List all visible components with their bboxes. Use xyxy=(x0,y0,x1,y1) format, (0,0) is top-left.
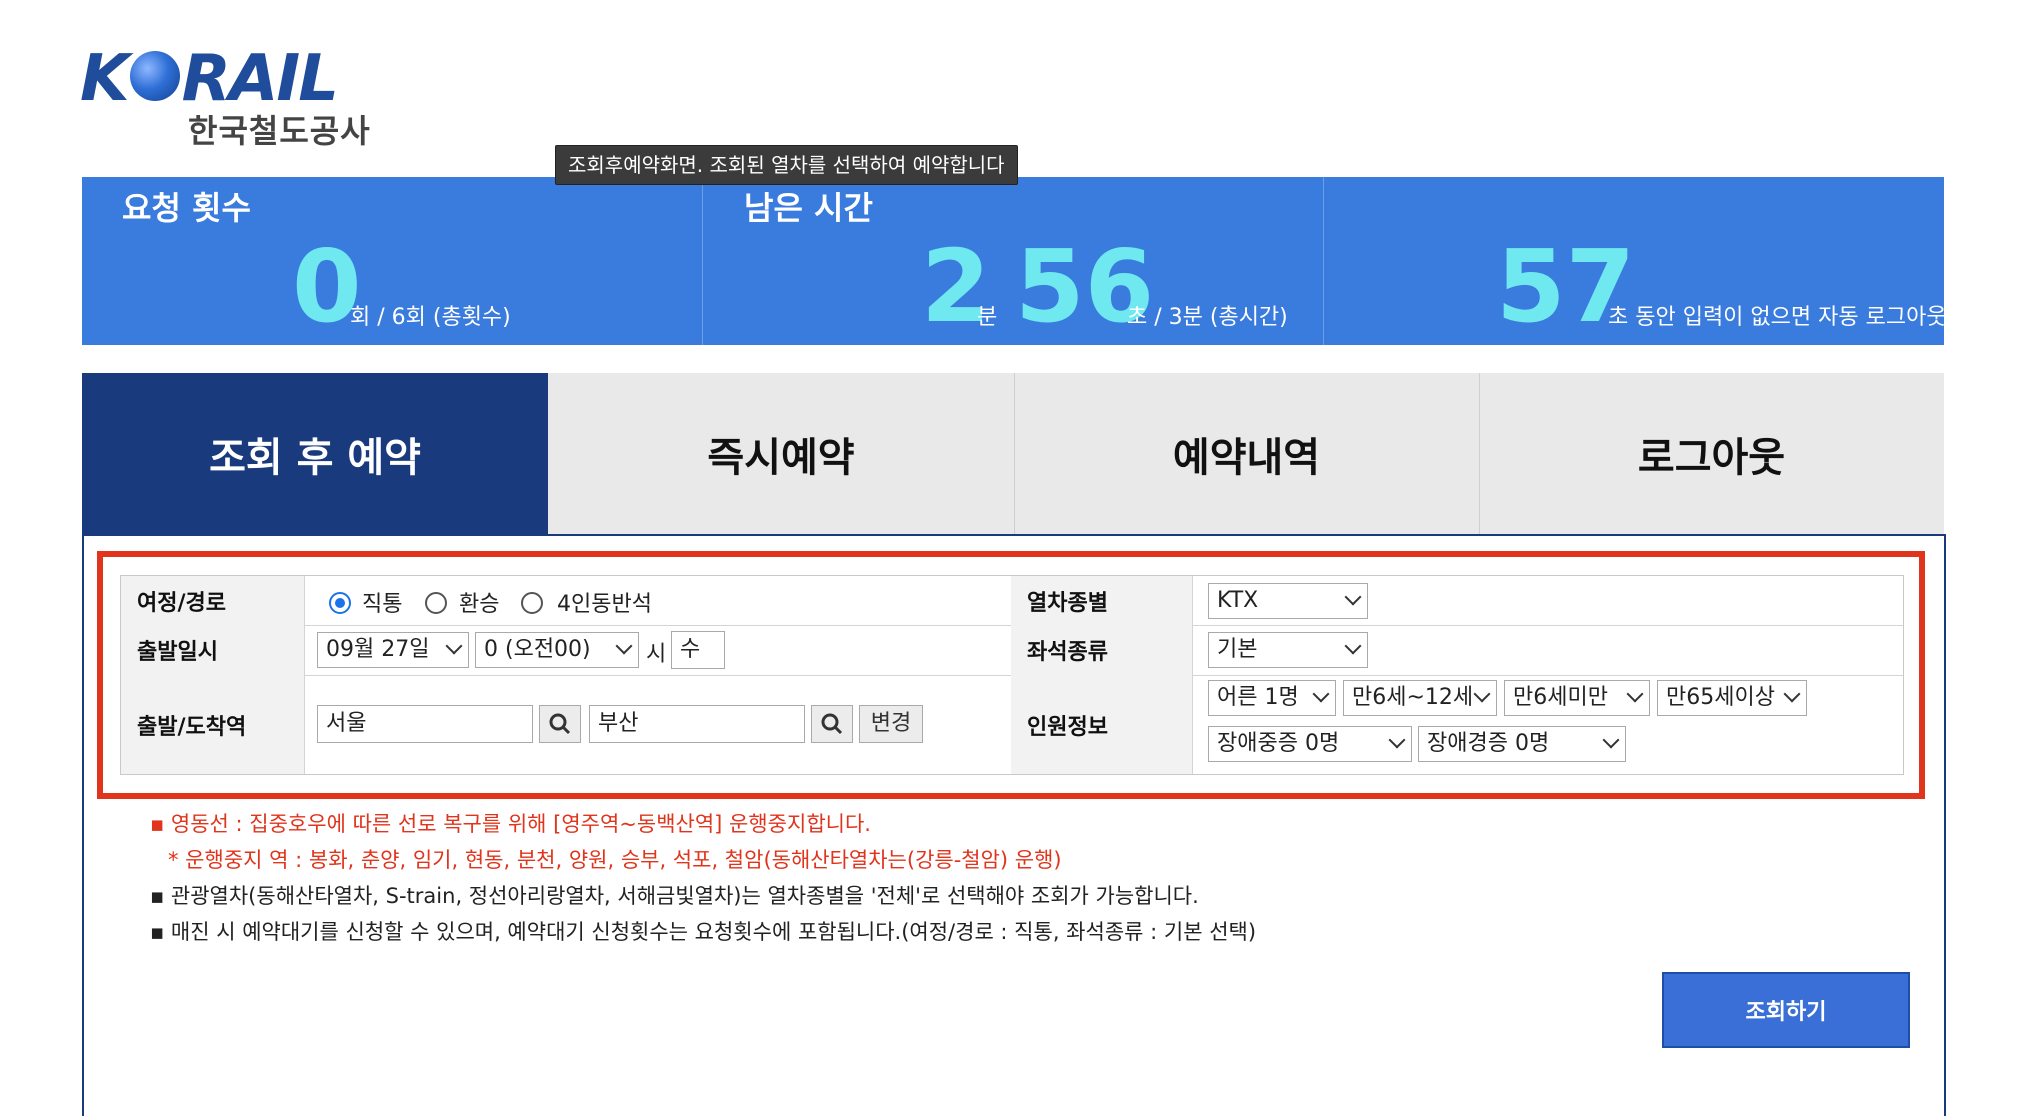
auto-logout-panel: 57 초 동안 입력이 없으면 자동 로그아웃 xyxy=(1324,177,1947,345)
remaining-time-suffix: 초 / 3분 (총시간) xyxy=(1127,305,1288,330)
tab-instant-reserve[interactable]: 즉시예약 xyxy=(548,373,1014,534)
form-row-departure: 출발일시 09월 27일 0 (오전00) 시 수 좌석종류 기본 xyxy=(121,625,1903,676)
globe-icon xyxy=(129,51,180,102)
train-type-select[interactable]: KTX xyxy=(1208,583,1368,619)
auto-logout-suffix: 초 동안 입력이 없으면 자동 로그아웃 xyxy=(1608,305,1947,330)
departure-label: 출발일시 xyxy=(121,625,304,675)
remaining-time-label: 남은 시간 xyxy=(744,189,873,227)
chevron-down-icon xyxy=(1312,685,1330,703)
logo-wordmark: K RAIL xyxy=(80,42,339,116)
notice-line: ▪ 영동선 : 집중호우에 따른 선로 복구를 위해 [영주역~동백산역] 운행… xyxy=(150,812,871,836)
arrival-station-search-button[interactable] xyxy=(811,705,853,743)
chevron-down-icon xyxy=(1388,731,1406,749)
chevron-down-icon xyxy=(1344,637,1362,655)
hour-suffix: 시 xyxy=(646,642,667,667)
stations-label: 출발/도착역 xyxy=(121,675,304,774)
route-transfer-label: 환승 xyxy=(459,592,500,617)
tab-reservation-history[interactable]: 예약내역 xyxy=(1014,373,1479,534)
route-label: 여정/경로 xyxy=(121,576,304,625)
departure-hour-select[interactable]: 0 (오전00) xyxy=(475,632,639,668)
main-tabs: 조회 후 예약 즉시예약 예약내역 로그아웃 xyxy=(82,373,1944,534)
route-group4-radio[interactable] xyxy=(521,592,543,614)
route-direct-label: 직통 xyxy=(362,592,403,617)
departure-date-select[interactable]: 09월 27일 xyxy=(317,632,469,668)
chevron-down-icon xyxy=(1626,685,1644,703)
search-icon xyxy=(549,713,571,735)
korail-logo: K RAIL 한국철도공사 xyxy=(80,42,380,150)
logo-subtitle: 한국철도공사 xyxy=(188,112,371,150)
arrival-station-input[interactable]: 부산 xyxy=(589,705,805,743)
child-count-select[interactable]: 만6세~12세 xyxy=(1343,680,1497,716)
seat-type-select[interactable]: 기본 xyxy=(1208,632,1368,668)
minutes-unit: 분 xyxy=(977,305,998,330)
notice-line: ▪ 매진 시 예약대기를 신청할 수 있으며, 예약대기 신청횟수는 요청횟수에… xyxy=(150,920,1257,944)
infant-count-select[interactable]: 만6세미만 xyxy=(1504,680,1650,716)
chevron-down-icon xyxy=(1602,731,1620,749)
search-icon xyxy=(821,713,843,735)
swap-stations-button[interactable]: 변경 xyxy=(859,705,923,743)
seat-type-label: 좌석종류 xyxy=(1011,625,1192,675)
route-transfer-radio[interactable] xyxy=(425,592,447,614)
chevron-down-icon xyxy=(1473,685,1491,703)
chevron-down-icon xyxy=(445,637,463,655)
form-row-route: 여정/경로 직통 환승 4인동반석 열차종별 KTX xyxy=(121,576,1903,626)
tab-search-then-reserve[interactable]: 조회 후 예약 xyxy=(82,373,548,534)
form-row-stations: 출발/도착역 서울 부산 변경 인원정보 어른 1명 만6세~12세 만6세미만… xyxy=(121,675,1903,774)
adult-count-select[interactable]: 어른 1명 xyxy=(1208,680,1336,716)
request-count-suffix: 회 / 6회 (총횟수) xyxy=(350,305,511,330)
notice-line: * 운행중지 역 : 봉화, 춘양, 임기, 현동, 분천, 양원, 승부, 석… xyxy=(168,848,1062,872)
train-type-label: 열차종별 xyxy=(1011,576,1192,625)
notice-line: ▪ 관광열차(동해산타열차, S-train, 정선아리랑열차, 서해금빛열차)… xyxy=(150,884,1199,908)
departure-station-search-button[interactable] xyxy=(539,705,581,743)
route-direct-radio[interactable] xyxy=(329,592,351,614)
remaining-time-panel: 남은 시간 2 분 56 초 / 3분 (총시간) xyxy=(703,177,1323,345)
senior-count-select[interactable]: 만65세이상 xyxy=(1657,680,1807,716)
route-group4-label: 4인동반석 xyxy=(557,592,652,617)
request-count-panel: 요청 횟수 0 회 / 6회 (총횟수) xyxy=(82,177,702,345)
request-count-label: 요청 횟수 xyxy=(122,189,251,227)
departure-station-input[interactable]: 서울 xyxy=(317,705,533,743)
tab-logout[interactable]: 로그아웃 xyxy=(1479,373,1944,534)
disabled-severe-select[interactable]: 장애중증 0명 xyxy=(1208,726,1412,762)
weekday-field: 수 xyxy=(671,631,725,669)
chevron-down-icon xyxy=(615,637,633,655)
chevron-down-icon xyxy=(1783,685,1801,703)
disabled-mild-select[interactable]: 장애경증 0명 xyxy=(1418,726,1626,762)
chevron-down-icon xyxy=(1344,588,1362,606)
search-form: 여정/경로 직통 환승 4인동반석 열차종별 KTX 출발일시 09월 27일 … xyxy=(120,575,1904,775)
stats-banner: 요청 횟수 0 회 / 6회 (총횟수) 남은 시간 2 분 56 초 / 3분… xyxy=(82,177,1947,345)
page-tooltip: 조회후예약화면. 조회된 열차를 선택하여 예약합니다 xyxy=(555,145,1018,185)
search-button[interactable]: 조회하기 xyxy=(1662,972,1910,1048)
passengers-label: 인원정보 xyxy=(1011,675,1192,774)
